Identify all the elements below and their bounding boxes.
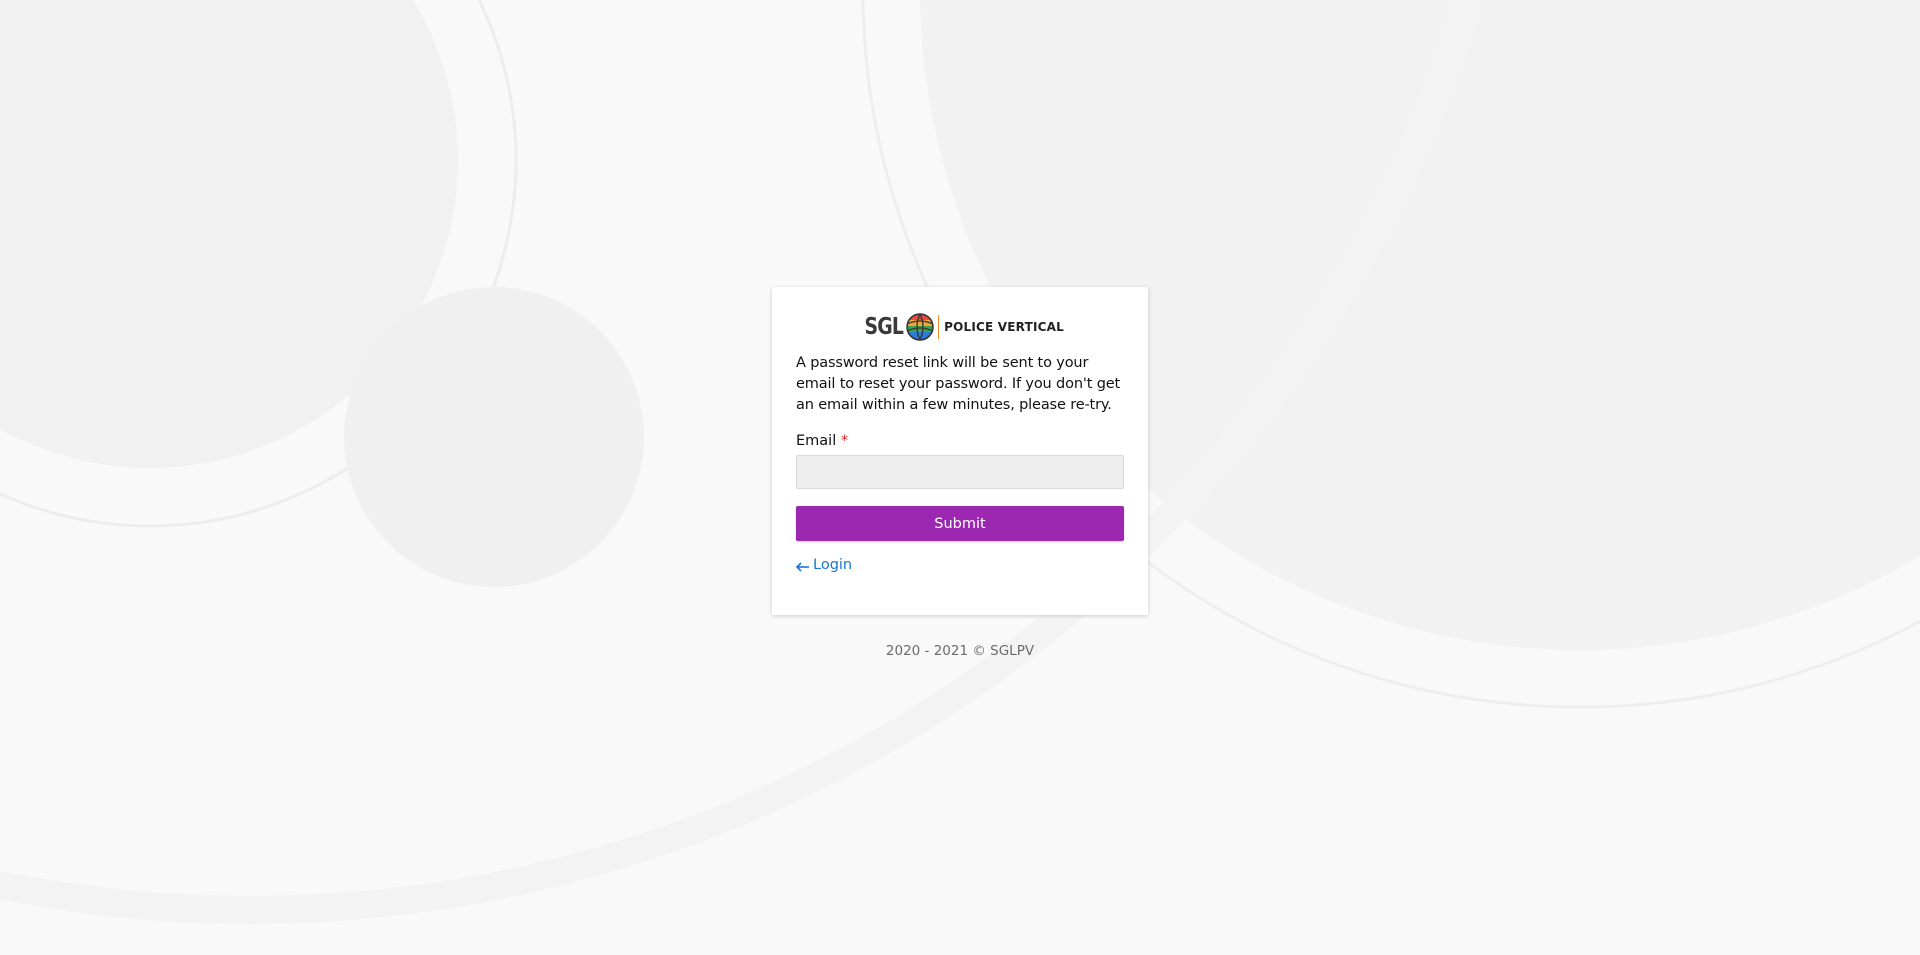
globe-icon [905, 312, 935, 342]
logo-subtitle: POLICE VERTICAL [944, 320, 1064, 334]
login-label: Login [813, 557, 853, 573]
required-marker: * [840, 433, 849, 449]
login-link[interactable]: Login [795, 557, 853, 573]
logo-text: SGL [864, 314, 904, 340]
logo-divider [938, 315, 940, 339]
reset-password-card: SGL POLICE VERTICAL A password reset lin… [772, 287, 1148, 615]
email-field[interactable] [796, 455, 1124, 489]
bg-circle-small [344, 287, 644, 587]
footer-copyright: 2020 - 2021 © SGLPV [885, 643, 1035, 659]
email-label: Email * [796, 433, 1124, 449]
brand-logo: SGL POLICE VERTICAL [796, 311, 1124, 343]
email-label-text: Email [796, 433, 837, 449]
reset-instructions: A password reset link will be sent to yo… [796, 355, 1121, 413]
submit-button[interactable]: Submit [796, 506, 1124, 541]
arrow-left-icon [795, 560, 810, 572]
